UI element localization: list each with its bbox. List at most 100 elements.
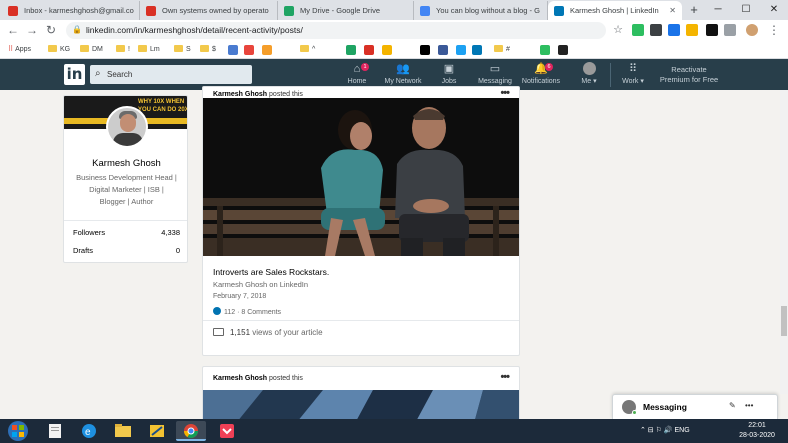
bookmark-folder-lm[interactable]: Lm	[138, 44, 160, 56]
tab-title: Inbox - karmeshghosh@gmail.co	[24, 6, 134, 15]
twitter-icon[interactable]	[456, 45, 466, 55]
file-icon	[49, 424, 61, 438]
post-card: Karmesh Ghosh posted this ••• Introverts…	[202, 86, 520, 356]
tab-title: Karmesh Ghosh | LinkedIn	[570, 6, 659, 15]
bookmark-icon[interactable]	[244, 45, 254, 55]
nav-jobs[interactable]: ▣ Jobs	[424, 62, 474, 89]
star-icon[interactable]: ☆	[610, 22, 626, 38]
internet-explorer-icon: e	[82, 424, 96, 438]
bookmark-folder-dollar[interactable]: $	[200, 44, 216, 56]
address-bar[interactable]: 🔒 linkedin.com/in/karmeshghosh/detail/re…	[66, 22, 606, 39]
followers-stat[interactable]: Followers 4,338	[73, 228, 180, 237]
taskbar-app[interactable]: e	[74, 421, 104, 441]
folder-icon	[494, 45, 503, 52]
drive-icon[interactable]	[346, 45, 356, 55]
nav-notifications[interactable]: 🔔 6 Notifications	[516, 62, 566, 89]
taskbar-app[interactable]	[40, 421, 70, 441]
gmail-icon[interactable]	[364, 45, 374, 55]
tab-google-docs[interactable]: You can blog without a blog - G	[414, 1, 548, 20]
new-tab-button[interactable]: +	[686, 2, 702, 18]
taskbar-app[interactable]	[142, 421, 172, 441]
apps-grid-icon: ⠿	[8, 46, 14, 53]
facebook-icon[interactable]	[438, 45, 448, 55]
taskbar-clock[interactable]: 22:01 28-03-2020	[734, 421, 780, 441]
nav-messaging[interactable]: ▭ Messaging	[470, 62, 520, 89]
extension-new-icon[interactable]	[668, 24, 680, 36]
nav-me[interactable]: Me ▾	[564, 62, 614, 89]
profile-avatar[interactable]	[746, 24, 758, 36]
bookmarks-bar: ⠿ Apps KG DM ! Lm S $ ^ #	[0, 41, 788, 59]
divider	[203, 320, 519, 321]
tab-title: You can blog without a blog - G	[436, 6, 540, 15]
drafts-stat[interactable]: Drafts 0	[73, 246, 180, 255]
start-button[interactable]	[0, 419, 36, 443]
article-image[interactable]	[203, 98, 519, 256]
linkedin-icon[interactable]	[472, 45, 482, 55]
post-actor: Karmesh Ghosh posted this	[213, 91, 303, 98]
compose-icon[interactable]: ✎	[729, 401, 736, 410]
avatar[interactable]	[106, 106, 148, 148]
more-options-icon[interactable]: •••	[500, 371, 510, 383]
maximize-button[interactable]: ☐	[732, 0, 760, 20]
bookmark-icon[interactable]	[228, 45, 238, 55]
linkedin-logo[interactable]: in	[64, 64, 85, 85]
tab-google-drive[interactable]: My Drive - Google Drive	[278, 1, 414, 20]
tab-gmail-inbox[interactable]: Inbox - karmeshghosh@gmail.co	[2, 1, 140, 20]
forward-button[interactable]: →	[24, 22, 40, 38]
profile-card: WHY 10X WHEN YOU CAN DO 20X Karmesh Ghos…	[63, 95, 188, 263]
extension-icon[interactable]	[686, 24, 698, 36]
reload-button[interactable]: ↻	[43, 22, 59, 38]
article-views[interactable]: 1,151 views of your article	[213, 328, 323, 337]
bookmark-apps[interactable]: ⠿ Apps	[8, 44, 31, 56]
back-button[interactable]: ←	[5, 22, 21, 38]
page-scrollbar[interactable]	[780, 90, 788, 394]
nav-my-network[interactable]: 👥 My Network	[378, 62, 428, 89]
evernote-icon[interactable]	[540, 45, 550, 55]
extension-icon[interactable]	[650, 24, 662, 36]
taskbar-app[interactable]	[176, 421, 206, 441]
bookmark-folder-s[interactable]: S	[174, 44, 191, 56]
bookmark-icon[interactable]	[382, 45, 392, 55]
more-options-icon[interactable]: •••	[745, 401, 753, 410]
extension-icon[interactable]	[724, 24, 736, 36]
bookmark-folder-dm[interactable]: DM	[80, 44, 103, 56]
bookmark-folder-bang[interactable]: !	[116, 44, 130, 56]
article-title[interactable]: Introverts are Sales Rockstars.	[213, 267, 329, 277]
taskbar-app[interactable]	[108, 421, 138, 441]
avatar	[564, 62, 614, 77]
minimize-button[interactable]: ─	[704, 0, 732, 20]
bookmark-icon[interactable]	[262, 45, 272, 55]
evernote-extension-icon[interactable]	[632, 24, 644, 36]
profile-name[interactable]: Karmesh Ghosh	[64, 158, 187, 169]
medium-icon[interactable]	[420, 45, 430, 55]
taskbar-app[interactable]	[212, 421, 242, 441]
nav-work[interactable]: ⠿ Work ▾	[608, 62, 658, 89]
premium-link[interactable]: Reactivate Premium for Free	[654, 65, 724, 85]
browser-menu-icon[interactable]: ⋮	[766, 22, 782, 38]
close-icon[interactable]: ✕	[669, 1, 676, 20]
article-source: Karmesh Ghosh on LinkedIn	[213, 280, 309, 289]
system-tray[interactable]: ⌃ ⊟ ⚐ 🔊 ENG	[640, 419, 730, 443]
tab-gmail-thread[interactable]: Own systems owned by operato	[140, 1, 278, 20]
scrollbar-thumb[interactable]	[781, 306, 787, 336]
drive-icon	[284, 6, 294, 16]
article-date: February 7, 2018	[213, 293, 267, 300]
reactions-count[interactable]: 112 · 8 Comments	[213, 307, 281, 316]
messaging-widget[interactable]: Messaging ✎ •••	[612, 394, 778, 419]
buffer-extension-icon[interactable]	[706, 24, 718, 36]
browser-toolbar: ← → ↻ 🔒 linkedin.com/in/karmeshghosh/det…	[0, 20, 788, 41]
tab-linkedin[interactable]: Karmesh Ghosh | LinkedIn ✕	[548, 1, 682, 20]
bookmark-icon[interactable]	[558, 45, 568, 55]
bookmark-folder-hash[interactable]: #	[494, 44, 510, 56]
folder-icon	[48, 45, 57, 52]
nav-home[interactable]: ⌂ 1 Home	[332, 62, 382, 89]
message-icon: ▭	[489, 63, 501, 75]
app-icon	[150, 425, 164, 437]
post-actor: Karmesh Ghosh posted this	[213, 375, 303, 382]
close-window-button[interactable]: ✕	[760, 0, 788, 20]
divider	[64, 220, 187, 221]
search-placeholder: Search	[107, 70, 133, 79]
bookmark-folder-caret[interactable]: ^	[300, 44, 315, 56]
bookmark-folder-kg[interactable]: KG	[48, 44, 70, 56]
search-input[interactable]: ⌕ Search	[90, 65, 252, 84]
